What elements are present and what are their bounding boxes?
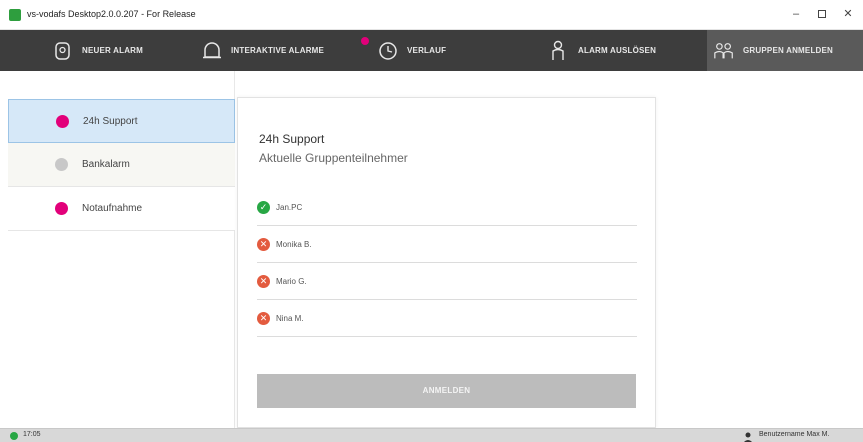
status-bar: 17:05 Benutzername Max M. bbox=[0, 428, 863, 442]
group-item-bankalarm[interactable]: Bankalarm bbox=[8, 143, 235, 187]
group-color-dot bbox=[55, 158, 68, 171]
window-titlebar: vs-vodafs Desktop2.0.0.207 - For Release… bbox=[0, 0, 863, 30]
nav-trigger-alarm[interactable]: ALARM AUSLÖSEN bbox=[548, 30, 688, 71]
group-label: 24h Support bbox=[83, 115, 138, 127]
main-navigation: NEUER ALARM INTERAKTIVE ALARME VERLAUF A… bbox=[0, 30, 863, 71]
app-logo-icon bbox=[9, 9, 21, 21]
nav-new-alarm-label: NEUER ALARM bbox=[82, 46, 144, 55]
login-group-button[interactable]: ANMELDEN bbox=[257, 374, 636, 408]
maximize-icon bbox=[818, 10, 826, 19]
group-item-notaufnahme[interactable]: Notaufnahme bbox=[8, 187, 235, 231]
cross-icon: ✕ bbox=[257, 311, 270, 325]
alarm-bell-icon bbox=[52, 40, 74, 62]
nav-history[interactable]: VERLAUF bbox=[377, 30, 487, 71]
member-name: Nina M. bbox=[276, 313, 304, 323]
bell-icon bbox=[201, 40, 223, 62]
nav-interactive-alarms[interactable]: INTERAKTIVE ALARME bbox=[201, 30, 371, 71]
group-label: Bankalarm bbox=[82, 159, 130, 170]
minimize-button[interactable]: – bbox=[784, 4, 808, 24]
person-alert-icon bbox=[548, 40, 570, 62]
panel-subtitle: Aktuelle Gruppenteilnehmer bbox=[259, 151, 408, 165]
member-name: Mario G. bbox=[276, 276, 307, 286]
member-row: ✕ Monika B. bbox=[257, 226, 637, 263]
group-label: Notaufnahme bbox=[82, 203, 143, 214]
member-row: ✕ Nina M. bbox=[257, 300, 637, 337]
group-icon bbox=[713, 40, 735, 62]
window-title: vs-vodafs Desktop2.0.0.207 - For Release bbox=[27, 9, 196, 19]
connection-status-icon bbox=[10, 432, 18, 440]
group-color-dot bbox=[55, 202, 68, 215]
nav-history-label: VERLAUF bbox=[407, 46, 447, 55]
maximize-button[interactable] bbox=[810, 4, 834, 24]
cross-icon: ✕ bbox=[257, 237, 270, 251]
nav-new-alarm[interactable]: NEUER ALARM bbox=[52, 30, 182, 71]
nav-trigger-alarm-label: ALARM AUSLÖSEN bbox=[578, 46, 657, 55]
group-sidebar: 24h Support Bankalarm Notaufnahme bbox=[0, 71, 235, 428]
nav-group-login[interactable]: GRUPPEN ANMELDEN bbox=[707, 30, 863, 71]
group-color-dot bbox=[56, 114, 69, 128]
panel-title: 24h Support bbox=[259, 132, 325, 146]
user-icon bbox=[742, 430, 754, 442]
member-name: Monika B. bbox=[276, 239, 312, 249]
nav-interactive-alarms-label: INTERAKTIVE ALARME bbox=[231, 46, 325, 55]
close-button[interactable]: ✕ bbox=[836, 4, 860, 24]
nav-group-login-label: GRUPPEN ANMELDEN bbox=[743, 46, 834, 55]
member-name: Jan.PC bbox=[276, 202, 303, 212]
history-clock-icon bbox=[377, 40, 399, 62]
member-row: ✓ Jan.PC bbox=[257, 189, 637, 226]
check-icon: ✓ bbox=[257, 200, 270, 214]
member-row: ✕ Mario G. bbox=[257, 263, 637, 300]
notification-badge bbox=[361, 37, 369, 45]
group-detail-panel: 24h Support Aktuelle Gruppenteilnehmer ✓… bbox=[237, 97, 656, 428]
group-item-24h-support[interactable]: 24h Support bbox=[8, 99, 235, 143]
status-username[interactable]: Benutzername Max M. bbox=[759, 431, 829, 438]
cross-icon: ✕ bbox=[257, 274, 270, 288]
status-time: 17:05 bbox=[23, 431, 41, 438]
